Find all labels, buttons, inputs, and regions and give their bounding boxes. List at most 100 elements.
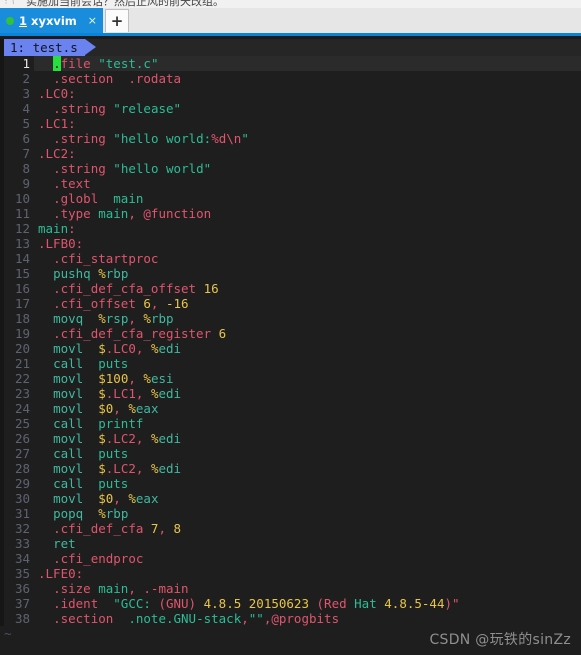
code-line[interactable]: 30 movl $0, %eax bbox=[0, 491, 581, 506]
text-cursor: . bbox=[53, 56, 61, 71]
code-text[interactable]: .LC1: bbox=[34, 116, 581, 131]
code-line[interactable]: 22 movl $100, %esi bbox=[0, 371, 581, 386]
code-line[interactable]: 23 movl $.LC1, %edi bbox=[0, 386, 581, 401]
code-text[interactable]: .string "hello world" bbox=[34, 161, 581, 176]
code-text[interactable]: .string "hello world:%d\n" bbox=[34, 131, 581, 146]
code-text[interactable]: main: bbox=[34, 221, 581, 236]
code-text[interactable]: call puts bbox=[34, 446, 581, 461]
code-text[interactable]: .string "release" bbox=[34, 101, 581, 116]
code-line[interactable]: 27 call puts bbox=[0, 446, 581, 461]
code-line[interactable]: 2 .section .rodata bbox=[0, 71, 581, 86]
code-text[interactable]: .cfi_def_cfa_register 6 bbox=[34, 326, 581, 341]
code-text[interactable]: movq %rsp, %rbp bbox=[34, 311, 581, 326]
code-text[interactable]: movl $.LC0, %edi bbox=[34, 341, 581, 356]
line-number: 4 bbox=[22, 101, 30, 116]
code-line[interactable]: 5 .LC1: bbox=[0, 116, 581, 131]
code-text[interactable]: call puts bbox=[34, 476, 581, 491]
code-line[interactable]: 1 .file "test.c" bbox=[0, 56, 581, 71]
code-text[interactable]: .section .note.GNU-stack,"",@progbits bbox=[34, 611, 581, 626]
code-line[interactable]: 34 .cfi_endproc bbox=[0, 551, 581, 566]
code-text[interactable]: .cfi_endproc bbox=[34, 551, 581, 566]
code-line[interactable]: 20 movl $.LC0, %edi bbox=[0, 341, 581, 356]
code-line[interactable]: 25 call printf bbox=[0, 416, 581, 431]
close-icon[interactable]: × bbox=[88, 14, 97, 27]
code-text[interactable]: .cfi_startproc bbox=[34, 251, 581, 266]
code-text[interactable]: .section .rodata bbox=[34, 71, 581, 86]
code-line[interactable]: 33 ret bbox=[0, 536, 581, 551]
code-text[interactable]: ret bbox=[34, 536, 581, 551]
code-line[interactable]: 14 .cfi_startproc bbox=[0, 251, 581, 266]
code-line[interactable]: 21 call puts bbox=[0, 356, 581, 371]
code-line[interactable]: 19 .cfi_def_cfa_register 6 bbox=[0, 326, 581, 341]
code-text[interactable]: .cfi_def_cfa_offset 16 bbox=[34, 281, 581, 296]
code-text[interactable]: .LC2: bbox=[34, 146, 581, 161]
code-text[interactable]: .text bbox=[34, 176, 581, 191]
code-line[interactable]: 12 main: bbox=[0, 221, 581, 236]
code-line[interactable]: 31 popq %rbp bbox=[0, 506, 581, 521]
line-number: 13 bbox=[14, 236, 30, 251]
line-number: 30 bbox=[14, 491, 30, 506]
line-number: 28 bbox=[14, 461, 30, 476]
vim-editor-buffer[interactable]: 1 .file "test.c" 2 .section .rodata 3 .LC0:… bbox=[0, 56, 581, 655]
code-line[interactable]: 9 .text bbox=[0, 176, 581, 191]
code-text[interactable]: .globl main bbox=[34, 191, 581, 206]
code-text[interactable]: .cfi_offset 6, -16 bbox=[34, 296, 581, 311]
code-line[interactable]: 4 .string "release" bbox=[0, 101, 581, 116]
code-line[interactable]: 3 .LC0: bbox=[0, 86, 581, 101]
code-line[interactable]: 18 movq %rsp, %rbp bbox=[0, 311, 581, 326]
code-text[interactable]: .ident "GCC: (GNU) 4.8.5 20150623 (Red H… bbox=[34, 596, 581, 611]
code-text[interactable]: movl $0, %eax bbox=[34, 401, 581, 416]
line-number: 21 bbox=[14, 356, 30, 371]
code-text[interactable]: .type main, @function bbox=[34, 206, 581, 221]
code-text[interactable]: .size main, .-main bbox=[34, 581, 581, 596]
terminal-tab-xyxvim[interactable]: 1 xyxvim × bbox=[0, 8, 103, 33]
code-text[interactable]: movl $.LC2, %edi bbox=[34, 431, 581, 446]
code-text[interactable]: popq %rbp bbox=[34, 506, 581, 521]
line-number: 32 bbox=[14, 521, 30, 536]
line-number: 11 bbox=[14, 206, 30, 221]
code-line[interactable]: 29 call puts bbox=[0, 476, 581, 491]
code-text[interactable]: movl $100, %esi bbox=[34, 371, 581, 386]
code-line[interactable]: 35 .LFE0: bbox=[0, 566, 581, 581]
code-line[interactable]: 15 pushq %rbp bbox=[0, 266, 581, 281]
code-line[interactable]: 17 .cfi_offset 6, -16 bbox=[0, 296, 581, 311]
line-number: 35 bbox=[14, 566, 30, 581]
code-text[interactable]: pushq %rbp bbox=[34, 266, 581, 281]
code-line[interactable]: 6 .string "hello world:%d\n" bbox=[0, 131, 581, 146]
code-line[interactable]: 28 movl $.LC2, %edi bbox=[0, 461, 581, 476]
code-line[interactable]: 7 .LC2: bbox=[0, 146, 581, 161]
line-number: 8 bbox=[22, 161, 30, 176]
code-line[interactable]: 37 .ident "GCC: (GNU) 4.8.5 20150623 (Re… bbox=[0, 596, 581, 611]
code-line[interactable]: 38 .section .note.GNU-stack,"",@progbits bbox=[0, 611, 581, 626]
line-number: 1 bbox=[22, 56, 30, 71]
code-text[interactable]: .file "test.c" bbox=[34, 56, 581, 71]
code-line[interactable]: 10 .globl main bbox=[0, 191, 581, 206]
code-text[interactable]: call puts bbox=[34, 356, 581, 371]
code-line[interactable]: 24 movl $0, %eax bbox=[0, 401, 581, 416]
code-text[interactable]: movl $.LC1, %edi bbox=[34, 386, 581, 401]
code-text[interactable]: movl $0, %eax bbox=[34, 491, 581, 506]
vim-tab-test-s[interactable]: 1: test.s bbox=[4, 39, 85, 56]
line-number: 18 bbox=[14, 311, 30, 326]
code-line[interactable]: 26 movl $.LC2, %edi bbox=[0, 431, 581, 446]
code-line[interactable]: 16 .cfi_def_cfa_offset 16 bbox=[0, 281, 581, 296]
code-line[interactable]: 36 .size main, .-main bbox=[0, 581, 581, 596]
line-number: 5 bbox=[22, 116, 30, 131]
tab-bar-empty-area bbox=[129, 8, 581, 33]
code-line-container: 1 .file "test.c" 2 .section .rodata 3 .LC0:… bbox=[0, 56, 581, 626]
new-tab-button[interactable]: + bbox=[105, 9, 129, 32]
vim-tab-arrow-icon bbox=[84, 39, 96, 55]
code-line[interactable]: 8 .string "hello world" bbox=[0, 161, 581, 176]
line-number: 33 bbox=[14, 536, 30, 551]
code-text[interactable]: .LFB0: bbox=[34, 236, 581, 251]
line-number: 27 bbox=[14, 446, 30, 461]
code-text[interactable]: call printf bbox=[34, 416, 581, 431]
code-text[interactable]: .LFE0: bbox=[34, 566, 581, 581]
code-text[interactable]: movl $.LC2, %edi bbox=[34, 461, 581, 476]
code-line[interactable]: 11 .type main, @function bbox=[0, 206, 581, 221]
code-line[interactable]: 32 .cfi_def_cfa 7, 8 bbox=[0, 521, 581, 536]
code-text[interactable]: .cfi_def_cfa 7, 8 bbox=[34, 521, 581, 536]
code-line[interactable]: 13 .LFB0: bbox=[0, 236, 581, 251]
code-text[interactable]: .LC0: bbox=[34, 86, 581, 101]
truncated-header-text: 实施加当前会话？然后正风的前天改组。 bbox=[26, 0, 224, 8]
